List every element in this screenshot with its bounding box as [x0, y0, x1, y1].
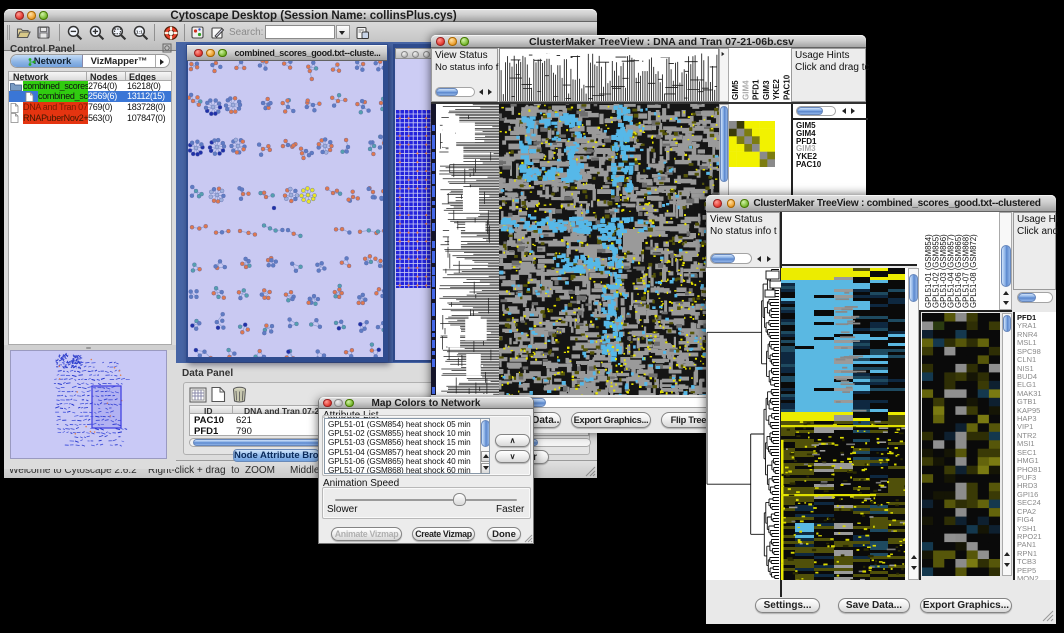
- svg-text:GIM3: GIM3: [762, 80, 771, 100]
- svg-text:GIM5: GIM5: [731, 80, 740, 100]
- svg-text:PFD1: PFD1: [752, 79, 761, 100]
- svg-text:YKE2: YKE2: [772, 79, 781, 100]
- svg-text:PAC10: PAC10: [783, 74, 792, 100]
- svg-text:1:1: 1:1: [136, 29, 143, 35]
- svg-text:GIM4: GIM4: [741, 80, 750, 100]
- svg-text:GPL51-08 (GSM872): GPL51-08 (GSM872): [969, 234, 978, 308]
